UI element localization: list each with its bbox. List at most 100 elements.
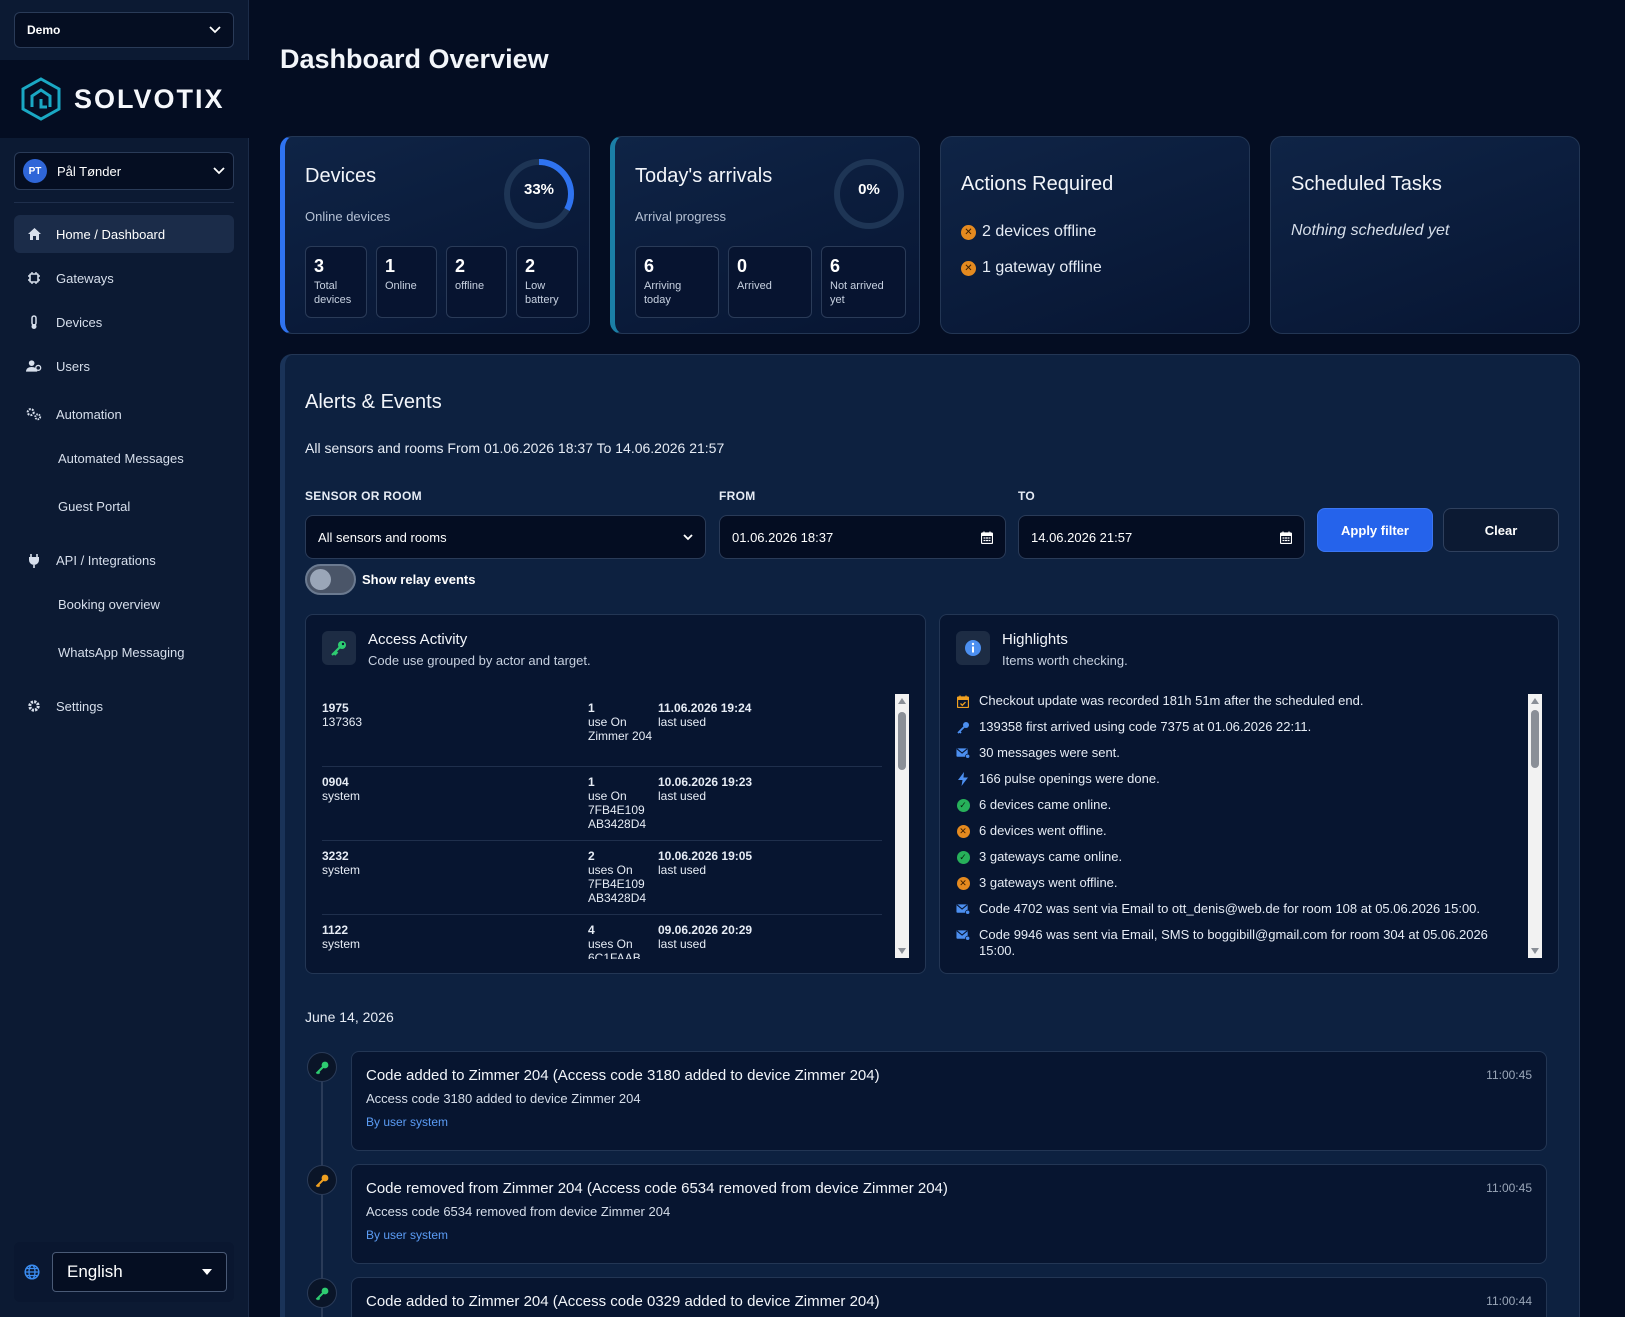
access-last-date: 11.06.2026 19:24	[658, 701, 752, 715]
table-row[interactable]: 1975 137363 1 use On Zimmer 204 11.06.2026…	[322, 693, 882, 767]
stat-label: Low battery	[525, 280, 559, 306]
calendar-icon[interactable]	[1280, 531, 1292, 544]
sidebar-item-users[interactable]: Users	[14, 347, 234, 385]
x-icon: ✕	[956, 876, 970, 890]
event-author[interactable]: By user system	[366, 1115, 448, 1129]
calendar-icon[interactable]	[981, 531, 993, 544]
sidebar-item-api-integrations[interactable]: API / Integrations	[14, 541, 234, 579]
sidebar-item-automated-messages[interactable]: Automated Messages	[58, 451, 184, 466]
scroll-up-icon[interactable]	[898, 698, 906, 704]
timeline-event[interactable]: Code removed from Zimmer 204 (Access cod…	[351, 1164, 1547, 1264]
stat-label: Online	[385, 280, 417, 292]
devices-progress-label: 33%	[523, 181, 555, 198]
sidebar-item-automation[interactable]: Automation	[14, 395, 234, 433]
alerts-events-panel: Alerts & Events All sensors and rooms Fr…	[280, 354, 1580, 1317]
highlight-text: 30 messages were sent.	[979, 745, 1120, 760]
table-row[interactable]: 0904 system 1 use On 7FB4E109 AB3428D4 10.…	[322, 767, 882, 841]
gear-icon	[26, 698, 42, 714]
table-row[interactable]: 3232 system 2 uses On 7FB4E109 AB3428D4 10…	[322, 841, 882, 915]
access-count: 1	[588, 701, 595, 715]
event-time: 11:00:45	[1486, 1181, 1532, 1195]
event-author[interactable]: By user system	[366, 1228, 448, 1242]
chevron-down-icon	[683, 533, 693, 540]
sidebar-item-whatsapp-messaging[interactable]: WhatsApp Messaging	[58, 645, 184, 660]
access-last-note: last used	[658, 715, 707, 729]
scroll-down-icon[interactable]	[898, 948, 906, 954]
clear-filter-button[interactable]: Clear	[1443, 508, 1559, 552]
action-item-text: 1 gateway offline	[982, 259, 1102, 276]
highlight-text: 166 pulse openings were done.	[979, 771, 1160, 786]
sidebar-item-label: API / Integrations	[56, 552, 156, 568]
highlight-text: 6 devices went offline.	[979, 823, 1107, 838]
arrivals-card: Today's arrivals Arrival progress 0% 6 Ar…	[610, 136, 920, 334]
access-code: 1975	[322, 701, 349, 715]
sidebar-item-guest-portal[interactable]: Guest Portal	[58, 499, 130, 514]
relay-events-toggle[interactable]	[305, 564, 356, 595]
stat-value: 6	[644, 256, 655, 276]
user-name: Pål Tønder	[57, 163, 122, 179]
sidebar-item-gateways[interactable]: Gateways	[14, 259, 234, 297]
highlight-text: 6 devices came online.	[979, 797, 1112, 812]
scrollbar-thumb[interactable]	[898, 712, 906, 770]
gears-icon	[26, 406, 42, 422]
key-icon	[956, 720, 970, 734]
stat-value: 2	[525, 256, 536, 276]
actions-required-card: Actions Required ✕ 2 devices offline ✕ 1…	[940, 136, 1250, 334]
access-actor: system	[322, 863, 361, 877]
access-count: 2	[588, 849, 595, 863]
access-activity-list[interactable]: 1975 137363 1 use On Zimmer 204 11.06.2026…	[306, 693, 925, 959]
language-switcher: English	[14, 1242, 234, 1302]
sidebar-item-label: Users	[56, 358, 90, 374]
highlights-list[interactable]: Checkout update was recorded 181h 51m af…	[940, 693, 1558, 959]
scroll-down-icon[interactable]	[1531, 948, 1539, 954]
brand-name: SOLVOTIX	[74, 83, 225, 114]
sensor-filter-label: SENSOR OR ROOM	[305, 489, 422, 503]
highlight-text: 3 gateways came online.	[979, 849, 1123, 864]
organization-select[interactable]: Demo	[14, 12, 234, 48]
highlights-list-scrollbar[interactable]	[1528, 694, 1542, 958]
organization-name: Demo	[27, 23, 61, 37]
x-icon: ✕	[956, 824, 970, 838]
timeline-event[interactable]: Code added to Zimmer 204 (Access code 31…	[351, 1051, 1547, 1151]
arrivals-stats: 6 Arriving today 0 Arrived 6 Not arrived ye…	[635, 246, 906, 318]
highlight-text: 3 gateways went offline.	[979, 875, 1118, 890]
warning-icon: ✕	[961, 224, 976, 240]
table-row[interactable]: 1122 system 4 uses On 6C1FAAB 09.06.2026 2…	[322, 915, 882, 959]
access-target: uses On 7FB4E109 AB3428D4	[588, 863, 647, 905]
arrivals-card-title: Today's arrivals	[635, 165, 773, 187]
action-item[interactable]: ✕ 1 gateway offline	[961, 259, 1102, 277]
scrollbar-thumb[interactable]	[1531, 710, 1539, 768]
scheduled-tasks-card: Scheduled Tasks Nothing scheduled yet	[1270, 136, 1580, 334]
sidebar-item-home[interactable]: Home / Dashboard	[14, 215, 234, 253]
sidebar-item-settings[interactable]: Settings	[14, 687, 234, 725]
key-icon	[322, 631, 356, 665]
access-count: 4	[588, 923, 595, 937]
action-item-text: 2 devices offline	[982, 223, 1097, 240]
list-item: Checkout update was recorded 181h 51m af…	[956, 693, 1526, 709]
language-select[interactable]: English	[52, 1252, 227, 1292]
stat-online: 1 Online	[376, 246, 437, 318]
event-time: 11:00:44	[1486, 1294, 1532, 1308]
to-date-input[interactable]: 14.06.2026 21:57	[1018, 515, 1305, 559]
timeline-event[interactable]: Code added to Zimmer 204 (Access code 03…	[351, 1277, 1547, 1317]
scroll-up-icon[interactable]	[1531, 698, 1539, 704]
sidebar-item-booking-overview[interactable]: Booking overview	[58, 597, 160, 612]
event-description: Access code 6534 removed from device Zim…	[366, 1204, 671, 1219]
sidebar-item-devices[interactable]: Devices	[14, 303, 234, 341]
list-item: ✕ 6 devices went offline.	[956, 823, 1526, 839]
chevron-down-icon	[213, 167, 225, 175]
apply-filter-button[interactable]: Apply filter	[1317, 508, 1433, 552]
access-code: 1122	[322, 923, 349, 937]
sensor-room-select[interactable]: All sensors and rooms	[305, 515, 706, 559]
highlight-text: Code 4702 was sent via Email to ott_deni…	[979, 901, 1481, 916]
from-date-value: 01.06.2026 18:37	[732, 529, 834, 545]
user-select[interactable]: PT Pål Tønder	[14, 152, 234, 190]
stat-offline: 2 offline	[446, 246, 507, 318]
from-date-input[interactable]: 01.06.2026 18:37	[719, 515, 1006, 559]
access-last-note: last used	[658, 863, 707, 877]
action-item[interactable]: ✕ 2 devices offline	[961, 223, 1096, 241]
stat-value: 6	[830, 256, 841, 276]
access-list-scrollbar[interactable]	[895, 694, 909, 958]
from-filter-label: FROM	[719, 489, 756, 503]
event-title: Code added to Zimmer 204 (Access code 03…	[366, 1293, 880, 1310]
